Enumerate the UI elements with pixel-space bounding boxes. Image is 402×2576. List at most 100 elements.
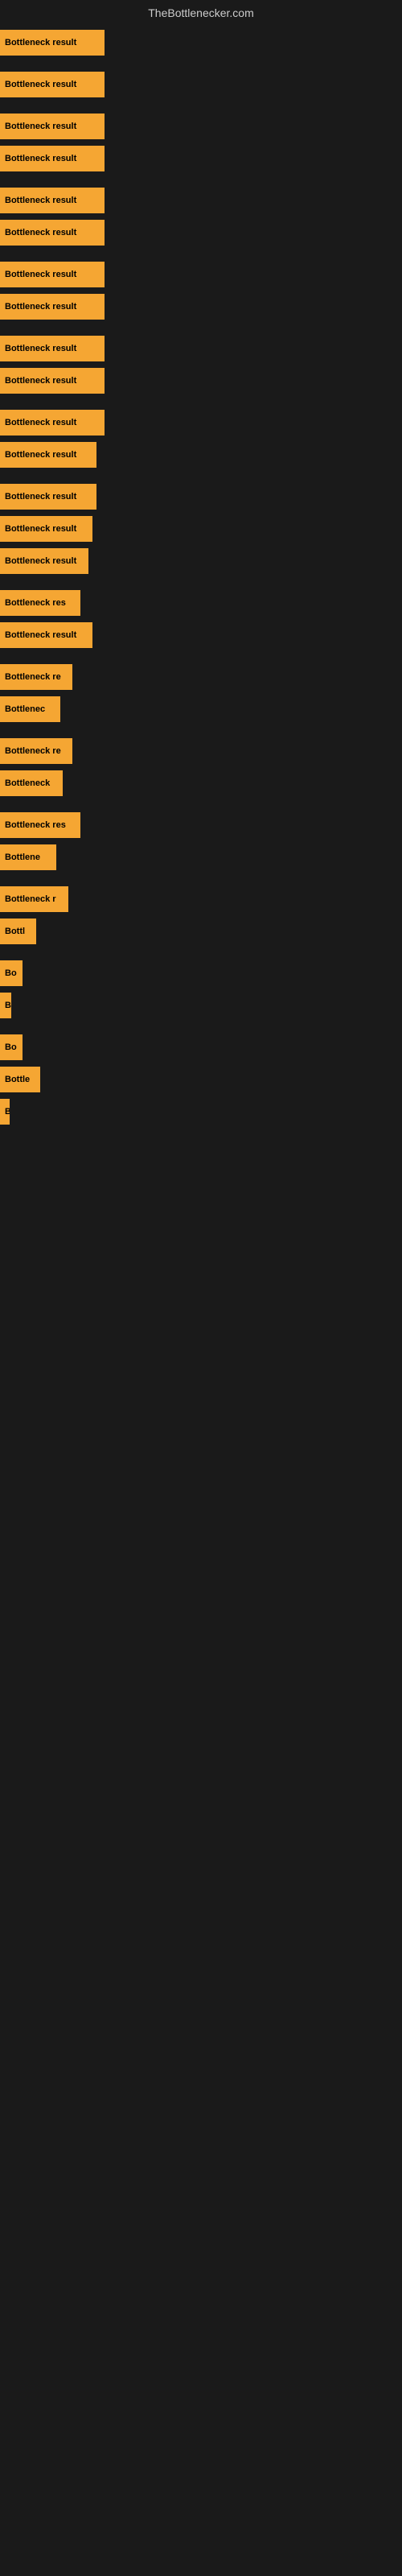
bottleneck-bar-7: Bottleneck result bbox=[0, 262, 105, 287]
bar-row: Bottleneck result bbox=[0, 259, 402, 290]
bar-row: Bottlenec bbox=[0, 694, 402, 724]
bottleneck-bar-22: Bottleneck res bbox=[0, 812, 80, 838]
bar-row: Bottlene bbox=[0, 842, 402, 873]
bar-spacer bbox=[0, 398, 402, 407]
bottleneck-bar-24: Bottleneck r bbox=[0, 886, 68, 912]
bottleneck-bar-11: Bottleneck result bbox=[0, 410, 105, 436]
bar-label-22: Bottleneck res bbox=[5, 820, 66, 830]
bar-row: Bottl bbox=[0, 916, 402, 947]
bar-label-7: Bottleneck result bbox=[5, 270, 76, 279]
bar-label-20: Bottleneck re bbox=[5, 746, 61, 756]
bar-row: Bottleneck result bbox=[0, 291, 402, 322]
bar-label-5: Bottleneck result bbox=[5, 196, 76, 205]
bar-spacer bbox=[0, 874, 402, 884]
bar-label-27: B bbox=[5, 1001, 11, 1010]
bottleneck-bar-3: Bottleneck result bbox=[0, 114, 105, 139]
bar-row: Bottleneck result bbox=[0, 143, 402, 174]
bottleneck-bar-4: Bottleneck result bbox=[0, 146, 105, 171]
bottleneck-bar-12: Bottleneck result bbox=[0, 442, 96, 468]
bar-label-29: Bottle bbox=[5, 1075, 30, 1084]
bottleneck-bar-15: Bottleneck result bbox=[0, 548, 88, 574]
bar-label-17: Bottleneck result bbox=[5, 630, 76, 640]
bottleneck-bar-25: Bottl bbox=[0, 919, 36, 944]
bar-spacer bbox=[0, 726, 402, 736]
bar-row: B bbox=[0, 990, 402, 1021]
bar-row: Bottleneck result bbox=[0, 514, 402, 544]
bar-spacer bbox=[0, 175, 402, 185]
bar-label-14: Bottleneck result bbox=[5, 524, 76, 534]
bottleneck-bar-10: Bottleneck result bbox=[0, 368, 105, 394]
bar-label-12: Bottleneck result bbox=[5, 450, 76, 460]
bottleneck-bar-1: Bottleneck result bbox=[0, 30, 105, 56]
bar-spacer bbox=[0, 652, 402, 662]
bottleneck-bar-27: B bbox=[0, 993, 11, 1018]
bottleneck-bar-19: Bottlenec bbox=[0, 696, 60, 722]
bottleneck-bar-8: Bottleneck result bbox=[0, 294, 105, 320]
bar-row: Bottleneck result bbox=[0, 217, 402, 248]
bar-label-19: Bottlenec bbox=[5, 704, 45, 714]
bar-spacer bbox=[0, 250, 402, 259]
bar-row: Bottleneck r bbox=[0, 884, 402, 914]
bar-label-13: Bottleneck result bbox=[5, 492, 76, 502]
bar-spacer bbox=[0, 948, 402, 958]
bottleneck-bar-21: Bottleneck bbox=[0, 770, 63, 796]
bar-row: Bo bbox=[0, 1032, 402, 1063]
bar-row: Bottleneck res bbox=[0, 588, 402, 618]
bar-label-1: Bottleneck result bbox=[5, 38, 76, 47]
bar-label-25: Bottl bbox=[5, 927, 25, 936]
bar-row: Bottleneck re bbox=[0, 736, 402, 766]
bottleneck-bar-26: Bo bbox=[0, 960, 23, 986]
bottleneck-bar-13: Bottleneck result bbox=[0, 484, 96, 510]
bar-label-15: Bottleneck result bbox=[5, 556, 76, 566]
bottleneck-bar-30: B bbox=[0, 1099, 10, 1125]
bar-row: Bottleneck result bbox=[0, 620, 402, 650]
bar-row: Bottleneck result bbox=[0, 546, 402, 576]
bar-label-26: Bo bbox=[5, 968, 17, 978]
bottleneck-bar-5: Bottleneck result bbox=[0, 188, 105, 213]
bar-spacer bbox=[0, 101, 402, 111]
bottleneck-bar-29: Bottle bbox=[0, 1067, 40, 1092]
bar-label-30: B bbox=[5, 1107, 10, 1117]
bar-row: Bottleneck result bbox=[0, 333, 402, 364]
bar-spacer bbox=[0, 324, 402, 333]
bar-row: Bottleneck result bbox=[0, 111, 402, 142]
bar-spacer bbox=[0, 578, 402, 588]
bar-row: Bottleneck result bbox=[0, 481, 402, 512]
bar-label-11: Bottleneck result bbox=[5, 418, 76, 427]
bottleneck-bar-14: Bottleneck result bbox=[0, 516, 92, 542]
bottleneck-bar-20: Bottleneck re bbox=[0, 738, 72, 764]
bar-row: Bottleneck res bbox=[0, 810, 402, 840]
bar-label-4: Bottleneck result bbox=[5, 154, 76, 163]
bottleneck-bar-28: Bo bbox=[0, 1034, 23, 1060]
bar-spacer bbox=[0, 800, 402, 810]
bar-label-18: Bottleneck re bbox=[5, 672, 61, 682]
bar-row: Bottleneck bbox=[0, 768, 402, 799]
bar-label-8: Bottleneck result bbox=[5, 302, 76, 312]
bar-label-21: Bottleneck bbox=[5, 778, 50, 788]
bar-row: Bottleneck result bbox=[0, 365, 402, 396]
bar-spacer bbox=[0, 60, 402, 69]
bottleneck-bar-18: Bottleneck re bbox=[0, 664, 72, 690]
bar-label-6: Bottleneck result bbox=[5, 228, 76, 237]
bar-row: Bo bbox=[0, 958, 402, 989]
bar-row: Bottleneck result bbox=[0, 440, 402, 470]
bar-spacer bbox=[0, 1022, 402, 1032]
bars-container: Bottleneck result Bottleneck result Bottle… bbox=[0, 23, 402, 1133]
bar-row: Bottleneck result bbox=[0, 27, 402, 58]
bar-label-16: Bottleneck res bbox=[5, 598, 66, 608]
bottleneck-bar-6: Bottleneck result bbox=[0, 220, 105, 246]
bottleneck-bar-17: Bottleneck result bbox=[0, 622, 92, 648]
bar-label-3: Bottleneck result bbox=[5, 122, 76, 131]
bottleneck-bar-23: Bottlene bbox=[0, 844, 56, 870]
bar-label-9: Bottleneck result bbox=[5, 344, 76, 353]
bar-row: Bottleneck result bbox=[0, 69, 402, 100]
bottleneck-bar-9: Bottleneck result bbox=[0, 336, 105, 361]
bar-spacer bbox=[0, 472, 402, 481]
bar-label-10: Bottleneck result bbox=[5, 376, 76, 386]
bar-label-24: Bottleneck r bbox=[5, 894, 56, 904]
bottleneck-bar-16: Bottleneck res bbox=[0, 590, 80, 616]
bar-row: Bottleneck result bbox=[0, 407, 402, 438]
bar-row: Bottle bbox=[0, 1064, 402, 1095]
bar-label-2: Bottleneck result bbox=[5, 80, 76, 89]
bar-label-28: Bo bbox=[5, 1042, 17, 1052]
